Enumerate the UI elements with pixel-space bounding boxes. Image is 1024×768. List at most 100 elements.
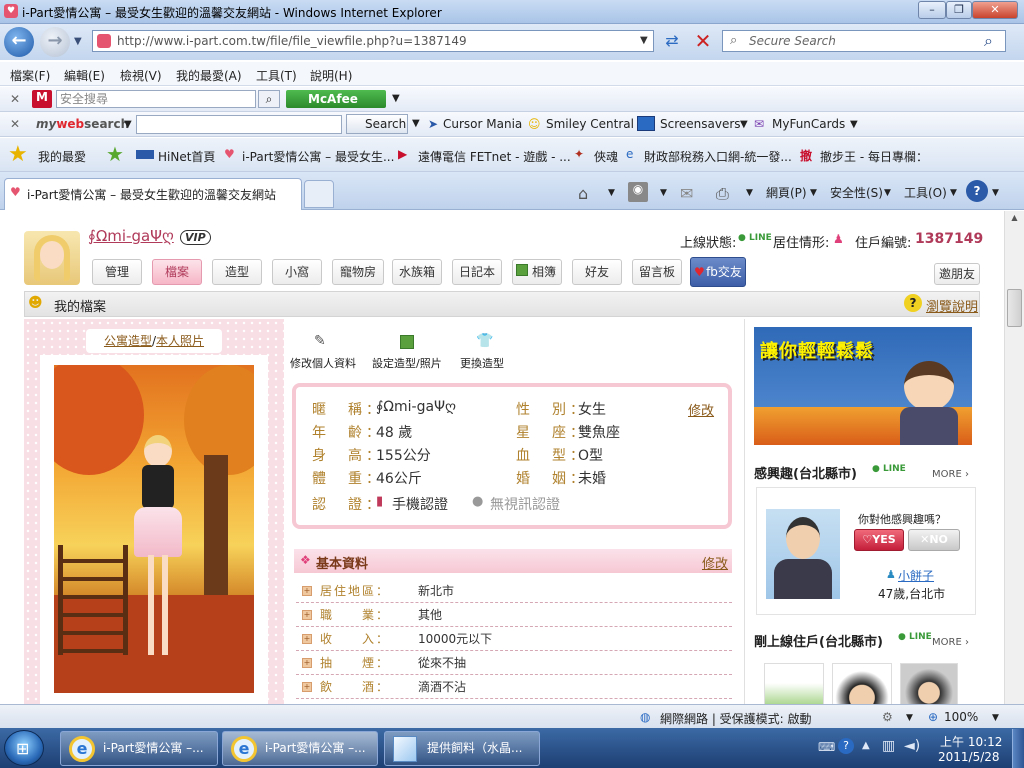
maximize-button[interactable]: ❐ [946,1,972,19]
stop-icon[interactable]: ✕ [690,29,716,53]
menu-help[interactable]: 說明(H) [310,67,352,84]
feeds-dropdown-icon[interactable]: ▼ [660,188,667,198]
recent-pages-dropdown-icon[interactable]: ▼ [74,36,82,47]
volume-tray-icon[interactable]: ◄) [904,738,920,754]
online-more-link[interactable]: MORE › [932,637,969,648]
zoom-dropdown-icon[interactable]: ▼ [992,713,999,723]
close-window-button[interactable]: ✕ [972,1,1018,19]
favorites-star-icon[interactable]: ★ [8,142,28,167]
nav-manage[interactable]: 管理 [92,259,142,285]
favorite-hinet[interactable]: HiNet首頁 [158,148,215,165]
taskbar-notepad-window[interactable]: 提供飼料（水晶... [384,731,540,766]
avatar-scene-image[interactable] [54,365,254,693]
protected-mode-icon[interactable]: ⚙ [882,710,893,724]
real-photo-tab[interactable]: 本人照片 [156,334,204,348]
start-button[interactable]: ⊞ [4,730,44,766]
mcafee-search-input[interactable]: 安全搜尋 [56,90,256,108]
interest-yes-button[interactable]: ♡YES [854,529,904,551]
invite-friends-button[interactable]: 邀朋友 [934,263,980,285]
zoom-level[interactable]: 100% [944,710,978,724]
set-style-link[interactable]: 設定造型/照片 [372,355,442,371]
screensavers-dropdown-icon[interactable]: ▼ [740,119,748,130]
security-zone-text[interactable]: 網際網路 | 受保護模式: 啟動 [660,710,812,727]
safety-menu[interactable]: 安全性(S) [830,184,883,201]
menu-favorites[interactable]: 我的最愛(A) [176,67,242,84]
safety-menu-dropdown-icon[interactable]: ▼ [884,188,891,198]
keyboard-tray-icon[interactable]: ⌨ [818,740,835,754]
online-resident-thumb-3[interactable] [900,663,958,704]
taskbar-ie-window-2[interactable]: e i-Part愛情公寓 –... [222,731,378,766]
interest-person-name[interactable]: 小餅子 [898,567,934,584]
mywebsearch-search-button[interactable]: Search [346,114,408,134]
close-toolbar-icon[interactable]: ✕ [10,92,20,106]
help-tray-icon[interactable]: ? [838,738,854,754]
nav-diary[interactable]: 日記本 [452,259,502,285]
apartment-style-tab[interactable]: 公寓造型 [104,334,152,348]
show-desktop-button[interactable] [1012,729,1024,768]
minimize-button[interactable]: – [918,1,946,19]
favorite-tax[interactable]: 財政部稅務入口網-統一發... [644,148,792,165]
tray-expand-icon[interactable]: ▲ [862,740,870,751]
add-favorite-icon[interactable]: ★ [106,142,124,166]
feeds-icon[interactable]: ◉ [628,182,648,202]
help-dropdown-icon[interactable]: ▼ [992,188,999,198]
mywebsearch-menu-icon[interactable]: ▼ [124,119,132,130]
edit-info-link[interactable]: 修改 [688,400,714,419]
search-go-icon[interactable]: ⌕ [984,31,993,51]
interest-no-button[interactable]: ✕NO [908,529,960,551]
home-dropdown-icon[interactable]: ▼ [608,188,615,198]
menu-tools[interactable]: 工具(T) [256,67,297,84]
online-resident-thumb-1[interactable] [764,663,824,704]
nav-aquarium[interactable]: 水族箱 [392,259,442,285]
print-icon[interactable]: ⎙ [716,184,729,204]
menu-edit[interactable]: 編輯(E) [64,67,105,84]
print-dropdown-icon[interactable]: ▼ [746,188,753,198]
page-scrollbar[interactable]: ▲ [1004,211,1024,704]
menu-view[interactable]: 檢視(V) [120,67,162,84]
network-tray-icon[interactable]: ▥ [882,738,895,754]
back-button[interactable]: ← [4,27,34,57]
clock-time[interactable]: 上午 10:12 [940,733,1002,750]
favorite-fetnet[interactable]: 遠傳電信 FETnet - 遊戲 - ... [418,148,571,165]
forward-button[interactable]: → [40,27,70,57]
browser-search-input[interactable]: Secure Search [722,30,1006,52]
cursor-mania-link[interactable]: Cursor Mania [443,117,522,131]
clock-date[interactable]: 2011/5/28 [938,750,1000,764]
nav-style[interactable]: 造型 [212,259,262,285]
home-icon[interactable]: ⌂ [578,184,588,203]
nav-friends[interactable]: 好友 [572,259,622,285]
mail-icon[interactable]: ✉ [680,184,693,203]
mcafee-status-button[interactable]: McAfee [286,90,386,108]
interest-more-link[interactable]: MORE › [932,469,969,480]
help-icon[interactable]: ? [966,180,988,202]
refresh-icon[interactable]: ⇄ [658,29,686,53]
ad-banner[interactable]: 讓你輕輕鬆鬆 [754,327,972,445]
change-outfit-link[interactable]: 更換造型 [460,355,504,371]
close-mywebsearch-icon[interactable]: ✕ [10,117,20,131]
taskbar-ie-window-1[interactable]: e i-Part愛情公寓 –... [60,731,218,766]
favorites-label[interactable]: 我的最愛 [38,148,86,165]
favorite-xiahun[interactable]: 俠魂 [594,148,618,165]
profile-nickname[interactable]: ∮Ωmi-gaΨღ [88,227,174,245]
tab-ipart[interactable]: i-Part愛情公寓 – 最受女生歡迎的溫馨交友網站 [4,178,302,210]
smiley-central-link[interactable]: Smiley Central [546,117,634,131]
edit-basic-info-link[interactable]: 修改 [702,553,728,572]
mywebsearch-search-dropdown-icon[interactable]: ▼ [412,118,420,129]
browse-help-link[interactable]: 瀏覽說明 [926,296,978,315]
nav-profile[interactable]: 檔案 [152,259,202,285]
favorite-ipart[interactable]: i-Part愛情公寓 – 最受女生... [242,148,394,165]
nav-guestbook[interactable]: 留言板 [632,259,682,285]
menu-file[interactable]: 檔案(F) [10,67,50,84]
address-dropdown-icon[interactable]: ▼ [640,35,648,46]
nav-pet-room[interactable]: 寵物房 [332,259,384,285]
tools-menu-dropdown-icon[interactable]: ▼ [950,188,957,198]
edit-profile-link[interactable]: 修改個人資料 [290,355,356,371]
favorite-chebu[interactable]: 撤步王 - 每日專欄： [820,148,928,165]
protected-mode-dropdown-icon[interactable]: ▼ [906,713,913,723]
mywebsearch-input[interactable] [136,115,342,134]
page-menu-dropdown-icon[interactable]: ▼ [810,188,817,198]
interest-person-photo[interactable] [766,509,840,599]
myfuncards-link[interactable]: MyFunCards [772,117,845,131]
scrollbar-thumb[interactable] [1007,289,1022,327]
myfuncards-dropdown-icon[interactable]: ▼ [850,119,858,130]
